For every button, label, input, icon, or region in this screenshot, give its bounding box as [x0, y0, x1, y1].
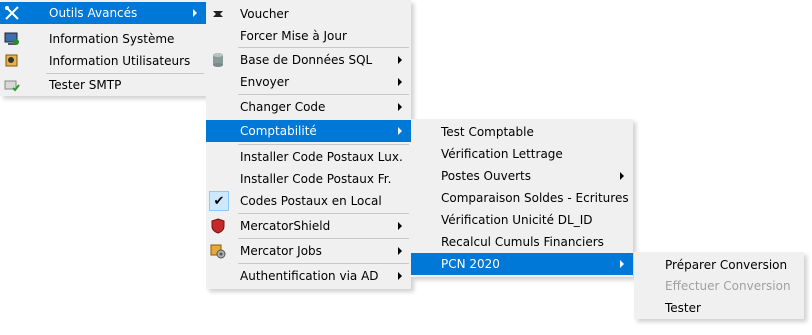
submenu-arrow-icon: [620, 172, 624, 180]
menu-item-label: MercatorShield: [240, 219, 331, 233]
menu-item-authentification-via-ad[interactable]: Authentification via AD: [206, 265, 411, 287]
menu-item-label: Base de Données SQL: [240, 53, 373, 67]
menu-item-base-de-donnees-sql[interactable]: Base de Données SQL: [206, 49, 411, 71]
submenu-arrow-icon: [398, 272, 402, 280]
menu-item-label: Tester SMTP: [49, 78, 122, 92]
menu-separator: [238, 47, 409, 48]
menu-separator: [238, 238, 409, 239]
menu-separator: [238, 94, 409, 95]
menu-item-label: Comparaison Soldes - Ecritures: [441, 191, 629, 205]
menu-item-label: Outils Avancés: [49, 6, 138, 20]
menu-item-label: Tester: [665, 301, 701, 315]
menu-item-label: Voucher: [240, 7, 289, 21]
menu-item-label: Comptabilité: [240, 124, 317, 138]
menu-item-voucher[interactable]: Voucher: [206, 3, 411, 25]
menu-item-label: Changer Code: [240, 100, 326, 114]
menu-item-installer-code-postaux-lux[interactable]: Installer Code Postaux Lux.: [206, 146, 411, 168]
submenu-arrow-icon: [398, 78, 402, 86]
menu-item-label: PCN 2020: [441, 257, 500, 271]
accounting-submenu: Test Comptable Vérification Lettrage Pos…: [411, 119, 633, 277]
menu-item-label: Postes Ouverts: [441, 169, 531, 183]
menu-item-label: Information Utilisateurs: [49, 54, 191, 68]
mail-check-icon: [3, 76, 21, 94]
database-icon: [209, 51, 227, 69]
menu-item-changer-code[interactable]: Changer Code: [206, 96, 411, 118]
menu-separator: [238, 144, 409, 145]
menu-item-label: Codes Postaux en Local: [240, 194, 382, 208]
menu-item-label: Vérification Lettrage: [441, 147, 563, 161]
menu-item-mercatorshield[interactable]: MercatorShield: [206, 215, 411, 237]
voucher-icon: [209, 5, 227, 23]
menu-separator: [238, 263, 409, 264]
menu-item-label: Préparer Conversion: [665, 258, 788, 272]
menu-item-label: Mercator Jobs: [240, 244, 322, 258]
submenu-arrow-icon: [398, 127, 402, 135]
system-info-icon: [3, 30, 21, 48]
users-info-icon: [3, 52, 21, 70]
menu-item-label: Effectuer Conversion: [665, 279, 791, 293]
menu-item-installer-code-postaux-fr[interactable]: Installer Code Postaux Fr.: [206, 168, 411, 190]
menu-item-comparaison-soldes-ecritures[interactable]: Comparaison Soldes - Ecritures: [411, 187, 633, 209]
checkmark-icon: ✔: [209, 191, 229, 211]
menu-item-forcer-mise-a-jour[interactable]: Forcer Mise à Jour: [206, 25, 411, 47]
menu-item-pcn-2020[interactable]: PCN 2020: [411, 253, 633, 275]
menu-item-envoyer[interactable]: Envoyer: [206, 71, 411, 93]
menu-item-tester-smtp[interactable]: Tester SMTP: [0, 74, 206, 96]
menu-item-outils-avances[interactable]: Outils Avancés: [0, 2, 206, 24]
shield-icon: [209, 217, 227, 235]
menu-separator: [238, 213, 409, 214]
menu-item-verification-lettrage[interactable]: Vérification Lettrage: [411, 143, 633, 165]
advanced-tools-submenu: Voucher Forcer Mise à Jour Base de Donné…: [206, 0, 411, 289]
menu-item-comptabilite[interactable]: Comptabilité: [206, 120, 411, 142]
menu-item-information-utilisateurs[interactable]: Information Utilisateurs: [0, 50, 206, 72]
menu-item-codes-postaux-en-local[interactable]: ✔ Codes Postaux en Local: [206, 190, 411, 212]
menu-item-label: Authentification via AD: [240, 269, 379, 283]
pcn2020-submenu: Préparer Conversion Effectuer Conversion…: [634, 252, 804, 319]
submenu-arrow-icon: [398, 103, 402, 111]
submenu-arrow-icon: [398, 56, 402, 64]
submenu-arrow-icon: [193, 9, 197, 17]
menu-item-test-comptable[interactable]: Test Comptable: [411, 121, 633, 143]
submenu-arrow-icon: [398, 247, 402, 255]
main-menu: Outils Avancés Information Système Infor…: [0, 0, 206, 96]
menu-item-effectuer-conversion[interactable]: Effectuer Conversion: [634, 275, 804, 297]
menu-item-label: Recalcul Cumuls Financiers: [441, 235, 604, 249]
menu-item-preparer-conversion[interactable]: Préparer Conversion: [634, 254, 804, 276]
menu-item-verification-unicite-dl-id[interactable]: Vérification Unicité DL_ID: [411, 209, 633, 231]
tools-icon: [3, 4, 21, 22]
menu-item-label: Information Système: [49, 32, 175, 46]
menu-item-postes-ouverts[interactable]: Postes Ouverts: [411, 165, 633, 187]
submenu-arrow-icon: [398, 222, 402, 230]
menu-item-recalcul-cumuls-financiers[interactable]: Recalcul Cumuls Financiers: [411, 231, 633, 253]
menu-item-label: Forcer Mise à Jour: [240, 29, 347, 43]
menu-item-mercator-jobs[interactable]: Mercator Jobs: [206, 240, 411, 262]
menu-item-information-systeme[interactable]: Information Système: [0, 28, 206, 50]
menu-item-tester[interactable]: Tester: [634, 297, 804, 319]
submenu-arrow-icon: [620, 260, 624, 268]
menu-item-label: Envoyer: [240, 75, 290, 89]
menu-item-label: Vérification Unicité DL_ID: [441, 213, 593, 227]
menu-item-label: Test Comptable: [441, 125, 534, 139]
menu-item-label: Installer Code Postaux Lux.: [240, 150, 403, 164]
jobs-icon: [209, 242, 227, 260]
menu-item-label: Installer Code Postaux Fr.: [240, 172, 392, 186]
